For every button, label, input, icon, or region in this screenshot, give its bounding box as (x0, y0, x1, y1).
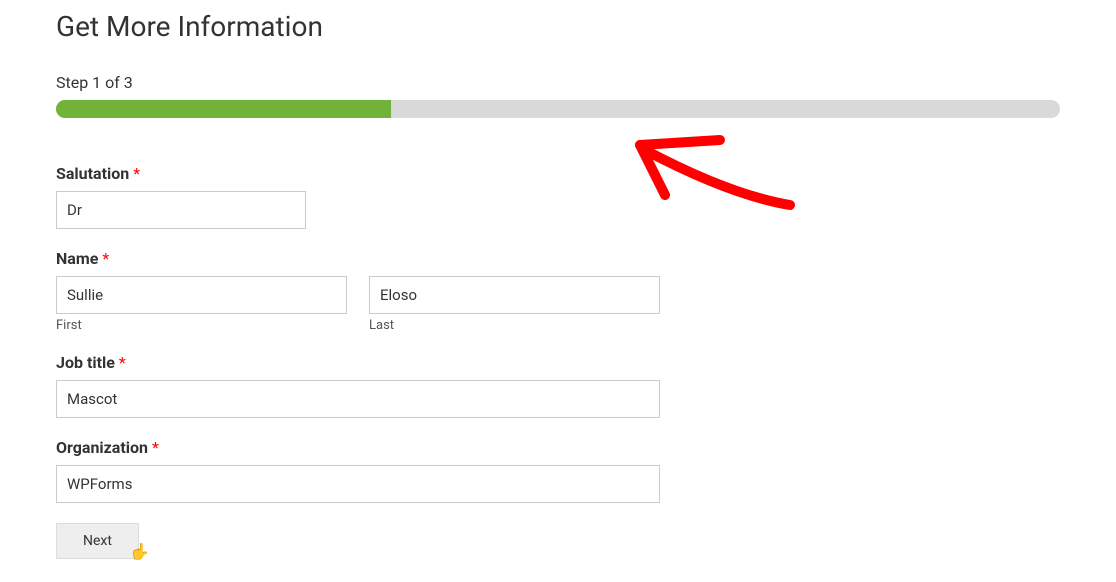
organization-input[interactable] (56, 465, 660, 503)
first-name-column: First (56, 276, 347, 333)
progress-fill (56, 100, 391, 118)
first-name-sublabel: First (56, 318, 347, 333)
last-name-input[interactable] (369, 276, 660, 314)
organization-label-text: Organization (56, 438, 148, 457)
salutation-label-text: Salutation (56, 164, 129, 183)
salutation-label: Salutation * (56, 164, 1060, 183)
step-indicator: Step 1 of 3 (56, 73, 1060, 92)
name-field-group: Name * First Last (56, 249, 1060, 333)
name-label: Name * (56, 249, 1060, 268)
job-title-input[interactable] (56, 380, 660, 418)
organization-field-group: Organization * (56, 438, 1060, 503)
last-name-sublabel: Last (369, 318, 660, 333)
organization-label: Organization * (56, 438, 1060, 457)
progress-bar (56, 100, 1060, 118)
required-marker: * (102, 249, 109, 268)
name-row: First Last (56, 276, 1060, 333)
salutation-field-group: Salutation * (56, 164, 1060, 229)
required-marker: * (133, 164, 140, 183)
name-label-text: Name (56, 249, 98, 268)
required-marker: * (119, 353, 126, 372)
last-name-column: Last (369, 276, 660, 333)
next-button[interactable]: Next (56, 523, 139, 559)
required-marker: * (152, 438, 159, 457)
salutation-input[interactable] (56, 191, 306, 229)
job-title-label-text: Job title (56, 353, 115, 372)
job-title-field-group: Job title * (56, 353, 1060, 418)
job-title-label: Job title * (56, 353, 1060, 372)
page-title: Get More Information (56, 10, 1060, 43)
first-name-input[interactable] (56, 276, 347, 314)
